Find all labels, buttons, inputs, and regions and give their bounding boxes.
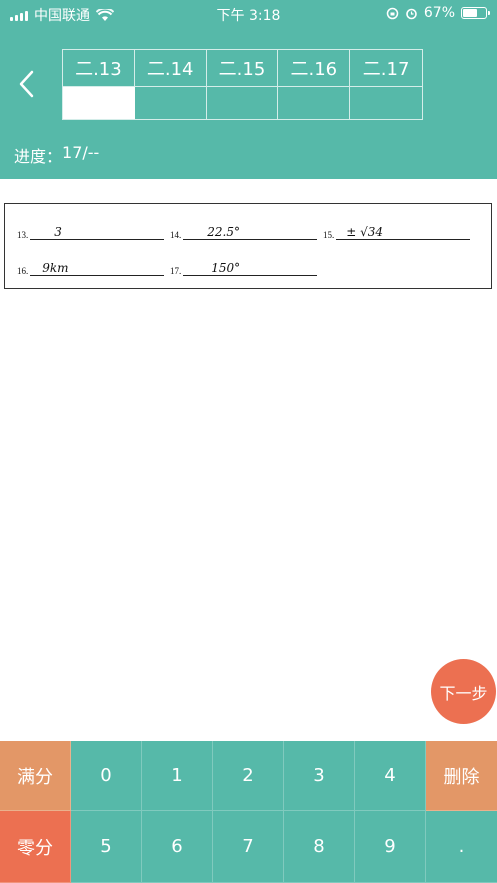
battery-percent: 67% [423,5,455,21]
next-step-button[interactable]: 下一步 [431,659,496,724]
zero-score-button[interactable]: 零分 [0,811,71,883]
key-2[interactable]: 2 [213,741,284,811]
handwritten-answer: 3 [54,225,62,239]
handwritten-answer: 150° [211,261,241,275]
answer-item-14: 14. 22.5° [170,225,318,240]
key-7[interactable]: 7 [213,811,284,883]
rotation-lock-icon [386,7,399,19]
delete-button[interactable]: 删除 [426,741,497,811]
tab-question-13[interactable]: 二.13 [63,50,135,87]
question-number: 14. [170,230,182,240]
key-1[interactable]: 1 [142,741,213,811]
key-8[interactable]: 8 [284,811,355,883]
key-6[interactable]: 6 [142,811,213,883]
question-number: 17. [170,266,182,276]
tab-question-15[interactable]: 二.15 [206,50,279,87]
alarm-icon [406,8,417,19]
tab-question-14[interactable]: 二.14 [134,50,207,87]
key-4[interactable]: 4 [355,741,426,811]
key-dot[interactable]: . [426,811,497,883]
handwritten-answer: ± √34 [346,225,384,239]
grading-screen: 中国联通 下午 3:18 67% 二.13 二.14 二.15 二.16 二.1… [0,0,497,883]
question-number: 15. [323,230,335,240]
full-score-button[interactable]: 满分 [0,741,71,811]
score-keypad: 满分 0 1 2 3 4 删除 零分 5 6 7 8 9 . [0,741,497,883]
question-score-grid: 二.13 二.14 二.15 二.16 二.17 [62,49,423,120]
key-3[interactable]: 3 [284,741,355,811]
score-cell-15[interactable] [207,87,279,119]
key-9[interactable]: 9 [355,811,426,883]
status-right: 67% [386,5,490,21]
answer-sheet-image: 13. 3 14. 22.5° 15. ± √34 16. 9km 17. 15… [4,203,492,289]
progress-indicator: 进度： 17/-- [14,143,99,167]
header: 中国联通 下午 3:18 67% 二.13 二.14 二.15 二.16 二.1… [0,0,497,179]
handwritten-answer: 9km [42,261,69,275]
key-0[interactable]: 0 [71,741,142,811]
answer-item-17: 17. 150° [170,261,318,276]
status-bar: 中国联通 下午 3:18 67% [0,0,497,28]
back-button[interactable] [8,64,44,104]
answer-item-15: 15. ± √34 [323,225,471,240]
chevron-left-icon [19,70,34,98]
score-cell-14[interactable] [135,87,207,119]
question-number: 13. [17,230,29,240]
battery-icon [461,7,490,19]
score-cell-17[interactable] [350,87,422,119]
progress-value: 17/-- [62,143,100,162]
score-cell-16[interactable] [278,87,351,119]
handwritten-answer: 22.5° [207,225,240,239]
question-number: 16. [17,266,29,276]
answer-item-16: 16. 9km [17,261,165,276]
score-cell-13[interactable] [63,87,135,119]
tab-question-17[interactable]: 二.17 [350,50,422,87]
tab-question-16[interactable]: 二.16 [278,50,351,87]
progress-label: 进度： [14,147,63,166]
key-5[interactable]: 5 [71,811,142,883]
answer-item-13: 13. 3 [17,225,165,240]
